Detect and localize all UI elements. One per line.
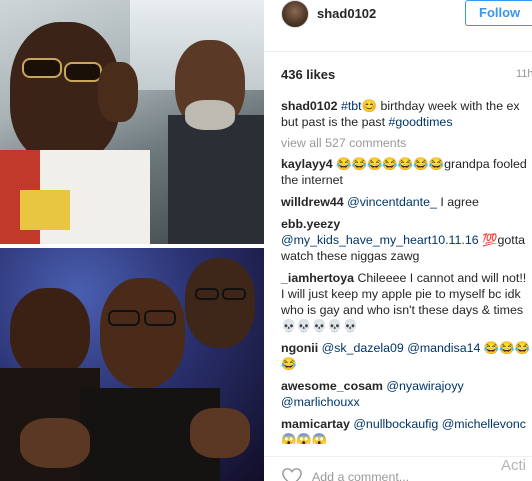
- view-all-comments-link[interactable]: view all 527 comments: [281, 136, 532, 150]
- photo-top-selfie: [0, 0, 264, 244]
- mention-link[interactable]: @mandisa14: [407, 341, 480, 355]
- emoji-text: 😊: [361, 99, 378, 113]
- comment-item: ebb.yeezy @my_kids_have_my_heart10.11.16…: [281, 216, 532, 264]
- mention-link[interactable]: @my_kids_have_my_heart10.11.16: [281, 233, 479, 247]
- post-side-panel: shad0102 Follow 436 likes 11h shad0102 #…: [264, 0, 532, 481]
- comment-username[interactable]: ebb.yeezy: [281, 217, 340, 231]
- likes-count[interactable]: 436 likes: [281, 67, 335, 82]
- comment-username[interactable]: shad0102: [281, 99, 337, 113]
- comment-text: I agree: [436, 195, 479, 209]
- post-photo[interactable]: [0, 0, 264, 481]
- heart-icon[interactable]: [281, 467, 303, 481]
- username-link[interactable]: shad0102: [317, 6, 376, 21]
- comment-input[interactable]: Add a comment...: [312, 470, 409, 481]
- comment-item: shad0102 #tbt😊 birthday week with the ex…: [281, 98, 532, 130]
- mention-link[interactable]: @nullbockaufig: [353, 417, 438, 431]
- comments-list: shad0102 #tbt😊 birthday week with the ex…: [281, 98, 532, 444]
- mention-link[interactable]: @vincentdante_: [347, 195, 437, 209]
- comment-username[interactable]: awesome_cosam: [281, 379, 383, 393]
- comment-username[interactable]: kaylayy4: [281, 157, 333, 171]
- follow-button[interactable]: Follow: [465, 0, 532, 26]
- comment-username[interactable]: mamicartay: [281, 417, 350, 431]
- comment-bar: Add a comment... Acti: [264, 456, 532, 481]
- mention-link[interactable]: @sk_dazela09: [322, 341, 404, 355]
- emoji-text: 😱😱😱: [281, 433, 328, 444]
- emoji-text: 💯: [478, 233, 498, 247]
- mention-link[interactable]: @nyawirajoyy: [386, 379, 463, 393]
- comment-item: _iamhertoya Chileeee I cannot and will n…: [281, 270, 532, 334]
- mention-link[interactable]: #tbt: [341, 99, 362, 113]
- mention-link[interactable]: @michellevonc: [442, 417, 526, 431]
- post-header: shad0102 Follow: [264, 0, 532, 52]
- comment-username[interactable]: willdrew44: [281, 195, 344, 209]
- emoji-text: 😂😂😂😂😂😂😂: [332, 157, 445, 171]
- comment-username[interactable]: _iamhertoya: [281, 271, 354, 285]
- post-time[interactable]: 11h: [516, 68, 532, 80]
- comment-item: mamicartay @nullbockaufig @michellevonc …: [281, 416, 532, 444]
- avatar[interactable]: [281, 0, 309, 28]
- photo-bottom-group: [0, 248, 264, 481]
- mention-link[interactable]: #goodtimes: [388, 115, 452, 129]
- comment-username[interactable]: ngonii: [281, 341, 318, 355]
- comment-item: willdrew44 @vincentdante_ I agree: [281, 194, 532, 210]
- activate-watermark: Acti: [501, 457, 527, 474]
- emoji-text: 💀💀💀💀💀: [281, 319, 359, 333]
- comment-item: ngonii @sk_dazela09 @mandisa14 😂😂😂😂: [281, 340, 532, 372]
- comment-item: awesome_cosam @nyawirajoyy @marlichouxx: [281, 378, 532, 410]
- mention-link[interactable]: @marlichouxx: [281, 395, 360, 409]
- comment-item: kaylayy4 😂😂😂😂😂😂😂grandpa fooled the inter…: [281, 156, 532, 188]
